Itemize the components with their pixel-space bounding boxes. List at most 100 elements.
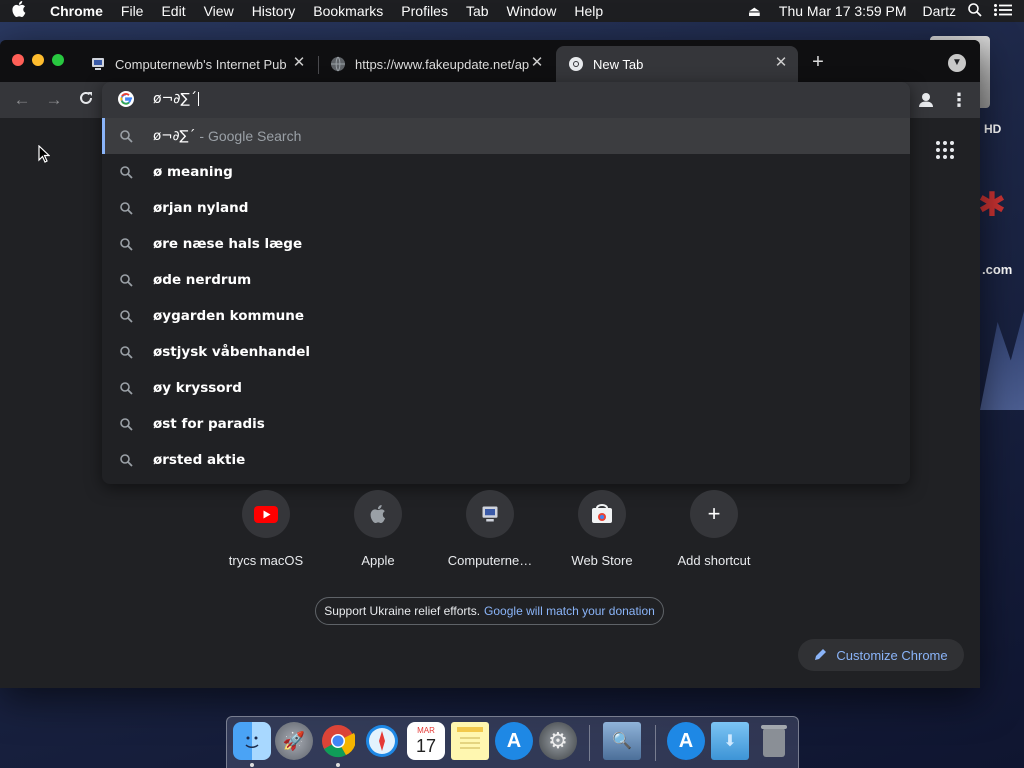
eject-icon[interactable]: ⏏ (742, 3, 767, 20)
omnibox-input-row[interactable]: ø¬∂∑´ (102, 82, 910, 118)
desktop-file-label[interactable]: .com (982, 262, 1012, 277)
search-icon (118, 380, 134, 396)
minimize-window-button[interactable] (32, 54, 44, 66)
mouse-pointer-icon (38, 144, 51, 168)
tab-close-icon[interactable]: ✕ (528, 54, 546, 72)
search-icon (118, 128, 134, 144)
shortcut-tile[interactable]: trycs macOS (216, 490, 316, 568)
chrome-favicon-icon (568, 56, 584, 72)
calendar-icon[interactable]: MAR 17 (407, 722, 445, 760)
tab-search-chevron-icon[interactable]: ▼ (948, 54, 966, 72)
notes-icon[interactable] (451, 722, 489, 760)
spotlight-search-icon[interactable] (962, 2, 988, 20)
apps-grid-icon[interactable] (936, 141, 954, 159)
search-icon (118, 452, 134, 468)
reload-icon[interactable] (76, 90, 96, 110)
suggestion-text: øygarden kommune (153, 308, 305, 324)
omnibox-suggestion[interactable]: ø meaning (102, 154, 910, 190)
notification-center-icon[interactable] (988, 3, 1024, 19)
dock-separator (655, 725, 656, 761)
shortcut-tile[interactable]: Computerne… (440, 490, 540, 568)
promo-banner: Support Ukraine relief efforts. Google w… (315, 597, 664, 625)
preview-photos-icon[interactable]: 🔍 (603, 722, 641, 760)
tab-title: New Tab (593, 56, 644, 72)
pencil-icon (814, 647, 828, 664)
launchpad-rocket-icon[interactable]: 🚀 (275, 722, 313, 760)
google-g-icon (118, 91, 134, 107)
running-indicator (336, 763, 340, 767)
search-icon (118, 272, 134, 288)
trash-icon[interactable] (755, 722, 793, 760)
omnibox-suggestion[interactable]: øygarden kommune (102, 298, 910, 334)
promo-link[interactable]: Google will match your donation (484, 604, 655, 618)
kebab-menu-icon[interactable]: ⋮ (950, 90, 968, 110)
back-arrow-icon[interactable]: ← (12, 90, 32, 110)
app-store-downloads-icon[interactable]: A (667, 722, 705, 760)
menu-bookmarks[interactable]: Bookmarks (304, 3, 392, 19)
tab-close-icon[interactable]: ✕ (772, 54, 790, 72)
tab-strip: Computernewb's Internet Pub ✕ https://ww… (0, 40, 980, 82)
calendar-month: MAR (417, 726, 435, 735)
app-store-icon[interactable]: A (495, 722, 533, 760)
tab-separator (318, 56, 319, 74)
menu-tab[interactable]: Tab (457, 3, 498, 19)
omnibox-suggestion[interactable]: øy kryssord (102, 370, 910, 406)
search-icon (118, 344, 134, 360)
omnibox-suggestion[interactable]: østjysk våbenhandel (102, 334, 910, 370)
forward-arrow-icon[interactable]: → (44, 90, 64, 110)
search-icon (118, 308, 134, 324)
wallpaper-mountain (980, 311, 1024, 410)
search-icon (118, 416, 134, 432)
suggestion-text: ørsted aktie (153, 452, 246, 468)
suggestion-text: øre næse hals læge (153, 236, 303, 252)
safari-compass-icon[interactable] (363, 722, 401, 760)
omnibox-suggestion[interactable]: ørsted aktie (102, 442, 910, 478)
menu-history[interactable]: History (243, 3, 305, 19)
menu-help[interactable]: Help (565, 3, 612, 19)
shortcut-tile[interactable]: Web Store (552, 490, 652, 568)
hard-drive-label[interactable]: HD (984, 122, 1001, 136)
menu-profiles[interactable]: Profiles (392, 3, 457, 19)
menubar-clock[interactable]: Thu Mar 17 3:59 PM (767, 3, 913, 19)
menu-file[interactable]: File (112, 3, 153, 19)
tab-computernewb[interactable]: Computernewb's Internet Pub ✕ (80, 46, 316, 82)
search-icon (118, 164, 134, 180)
omnibox-suggestion[interactable]: øre næse hals læge (102, 226, 910, 262)
suggestion-text: ø¬∂∑´ (153, 128, 196, 144)
new-tab-plus-icon[interactable]: + (808, 52, 828, 72)
zoom-window-button[interactable] (52, 54, 64, 66)
shortcut-tile[interactable]: + Add shortcut (664, 490, 764, 568)
menu-edit[interactable]: Edit (152, 3, 194, 19)
close-window-button[interactable] (12, 54, 24, 66)
running-indicator (250, 763, 254, 767)
tab-new-tab[interactable]: New Tab ✕ (556, 46, 798, 82)
menubar-user[interactable]: Dartz (913, 3, 962, 19)
tab-close-icon[interactable]: ✕ (290, 54, 308, 72)
finder-icon[interactable] (233, 722, 271, 760)
shortcut-tile[interactable]: Apple (328, 490, 428, 568)
profile-avatar-icon[interactable] (916, 90, 936, 110)
omnibox-suggestion[interactable]: øst for paradis (102, 406, 910, 442)
search-icon (118, 236, 134, 252)
tab-fakeupdate[interactable]: https://www.fakeupdate.net/ap ✕ (320, 46, 554, 82)
dock: 🚀 MAR 17 A ⚙ 🔍 A ⬇ (226, 716, 799, 768)
menu-app-name[interactable]: Chrome (38, 3, 112, 19)
customize-chrome-label: Customize Chrome (836, 647, 948, 663)
downloads-folder-icon[interactable]: ⬇ (711, 722, 749, 760)
menu-window[interactable]: Window (498, 3, 566, 19)
suggestion-text: østjysk våbenhandel (153, 344, 311, 360)
webstore-icon (578, 490, 626, 538)
menu-view[interactable]: View (195, 3, 243, 19)
promo-text: Support Ukraine relief efforts. (324, 604, 481, 618)
omnibox-suggestion[interactable]: ø¬∂∑´ - Google Search (102, 118, 910, 154)
dock-separator (589, 725, 590, 761)
apple-menu-icon[interactable] (0, 1, 38, 21)
omnibox-suggestion[interactable]: øde nerdrum (102, 262, 910, 298)
customize-chrome-button[interactable]: Customize Chrome (798, 639, 964, 671)
omnibox-suggestion[interactable]: ørjan nyland (102, 190, 910, 226)
chrome-icon[interactable] (319, 722, 357, 760)
omnibox-input[interactable]: ø¬∂∑´ (153, 91, 199, 107)
system-preferences-gear-icon[interactable]: ⚙ (539, 722, 577, 760)
shortcut-label: Web Store (571, 553, 633, 568)
suggestion-text: ø meaning (153, 164, 233, 180)
